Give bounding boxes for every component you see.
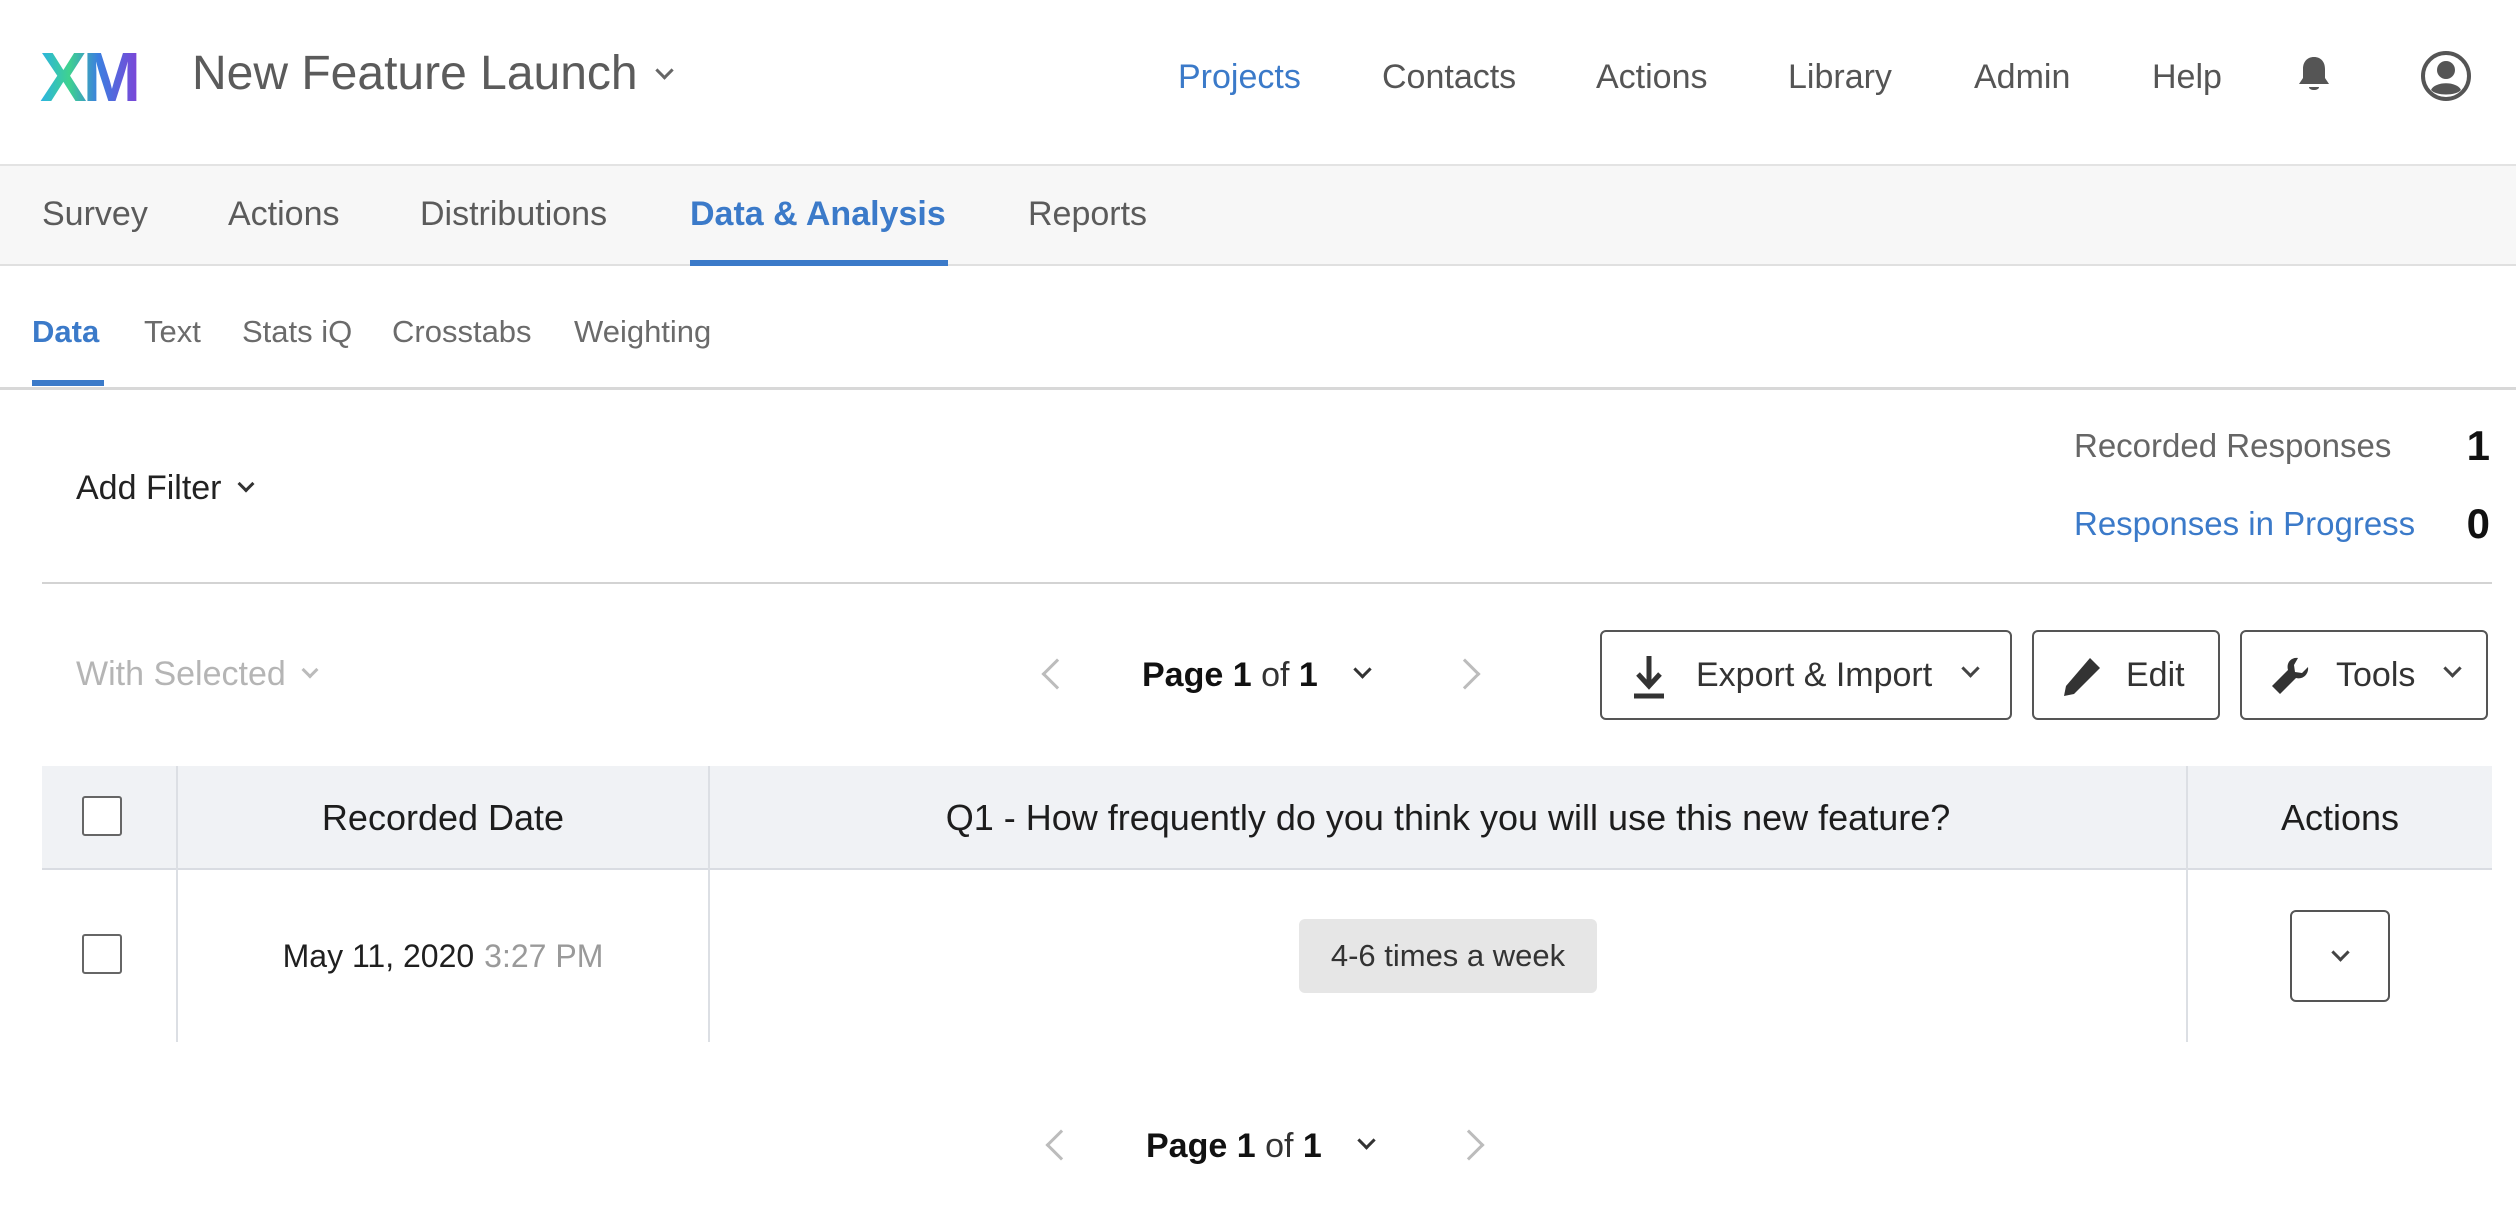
nav-help[interactable]: Help: [2152, 52, 2222, 102]
with-selected-dropdown: With Selected: [76, 652, 319, 696]
row-checkbox[interactable]: [82, 934, 122, 974]
responses-table: Recorded Date Q1 - How frequently do you…: [42, 766, 2492, 1042]
subtab-data[interactable]: Data: [32, 312, 99, 352]
page-indicator[interactable]: Page 1 of 1: [1142, 645, 1318, 705]
xm-logo[interactable]: XM: [40, 38, 141, 116]
table-header: Recorded Date Q1 - How frequently do you…: [42, 766, 2492, 870]
subtab-crosstabs[interactable]: Crosstabs: [392, 312, 532, 352]
tab-survey[interactable]: Survey: [42, 194, 148, 234]
previous-page-icon[interactable]: [1041, 658, 1073, 690]
column-actions: Actions: [2280, 797, 2400, 838]
q1-answer-cell: 4-6 times a week: [710, 870, 2186, 1042]
select-all-checkbox[interactable]: [82, 796, 122, 836]
subtab-stats-iq[interactable]: Stats iQ: [242, 312, 352, 352]
chevron-down-icon: [654, 60, 674, 80]
with-selected-label: With Selected: [76, 655, 286, 693]
responses-in-progress-link[interactable]: Responses in Progress: [2074, 502, 2415, 546]
logo-text: XM: [40, 38, 141, 116]
download-icon: [1634, 656, 1664, 699]
edit-label: Edit: [2126, 655, 2185, 694]
divider: [42, 582, 2492, 584]
pagination-bottom: Page 1 of 1: [1034, 1116, 1504, 1176]
pencil-icon: [2064, 658, 2100, 696]
subtab-weighting[interactable]: Weighting: [574, 312, 711, 352]
chevron-down-icon[interactable]: [1357, 1131, 1376, 1150]
project-title: New Feature Launch: [192, 47, 638, 100]
nav-actions[interactable]: Actions: [1596, 52, 1708, 102]
pagination-top: Page 1 of 1: [1030, 645, 1500, 705]
recorded-date: May 11, 2020: [282, 937, 475, 974]
data-subtabs: Data Text Stats iQ Crosstabs Weighting: [0, 266, 2516, 390]
export-import-button[interactable]: Export & Import: [1600, 630, 2012, 720]
subtab-text[interactable]: Text: [144, 312, 201, 352]
next-page-icon[interactable]: [1449, 658, 1481, 690]
bell-icon[interactable]: [2296, 54, 2332, 94]
nav-projects[interactable]: Projects: [1178, 52, 1301, 102]
next-page-icon[interactable]: [1453, 1129, 1485, 1161]
nav-library[interactable]: Library: [1788, 52, 1892, 102]
recorded-responses-label: Recorded Responses: [2074, 427, 2392, 464]
tab-data-analysis[interactable]: Data & Analysis: [690, 194, 946, 234]
page-word: Page: [1146, 1127, 1228, 1165]
user-icon[interactable]: [2420, 50, 2472, 102]
add-filter-button[interactable]: Add Filter: [76, 466, 254, 510]
nav-admin[interactable]: Admin: [1974, 52, 2070, 102]
chevron-down-icon: [2331, 943, 2350, 962]
chevron-down-icon[interactable]: [1353, 660, 1372, 679]
add-filter-label: Add Filter: [76, 469, 222, 507]
total-pages: 1: [1298, 656, 1318, 694]
chevron-down-icon: [1961, 659, 1980, 678]
responses-in-progress-count: 0: [2466, 500, 2490, 547]
nav-contacts[interactable]: Contacts: [1382, 52, 1516, 102]
active-subtab-indicator: [32, 380, 104, 386]
tab-actions[interactable]: Actions: [228, 194, 340, 234]
tab-distributions[interactable]: Distributions: [420, 194, 607, 234]
of-word: of: [1261, 656, 1290, 694]
recorded-date-cell: May 11, 2020 3:27 PM: [178, 870, 708, 1042]
tools-label: Tools: [2336, 655, 2416, 694]
tab-reports[interactable]: Reports: [1028, 194, 1147, 234]
column-divider: [2186, 766, 2188, 1042]
recorded-time: 3:27 PM: [484, 937, 604, 974]
answer-pill: 4-6 times a week: [1298, 919, 1598, 993]
top-header: XM New Feature Launch Projects Contacts …: [0, 0, 2516, 166]
of-word: of: [1265, 1127, 1294, 1165]
recorded-responses-count: 1: [2466, 422, 2490, 469]
tools-button[interactable]: Tools: [2240, 630, 2488, 720]
chevron-down-icon: [237, 475, 254, 493]
column-recorded-date[interactable]: Recorded Date: [178, 766, 708, 870]
edit-button[interactable]: Edit: [2032, 630, 2220, 720]
chevron-down-icon: [2443, 659, 2462, 678]
row-actions-dropdown[interactable]: [2290, 910, 2390, 1002]
project-tabs: Survey Actions Distributions Data & Anal…: [0, 166, 2516, 266]
column-q1[interactable]: Q1 - How frequently do you think you wil…: [710, 766, 2186, 870]
page-word: Page: [1142, 656, 1224, 694]
chevron-down-icon: [301, 661, 319, 679]
page-indicator[interactable]: Page 1 of 1: [1146, 1116, 1322, 1176]
current-page: 1: [1236, 1127, 1256, 1165]
export-import-label: Export & Import: [1696, 655, 1933, 694]
project-selector[interactable]: New Feature Launch: [192, 44, 674, 104]
current-page: 1: [1232, 656, 1252, 694]
wrench-icon: [2272, 657, 2309, 694]
previous-page-icon[interactable]: [1045, 1129, 1077, 1161]
total-pages: 1: [1302, 1127, 1322, 1165]
